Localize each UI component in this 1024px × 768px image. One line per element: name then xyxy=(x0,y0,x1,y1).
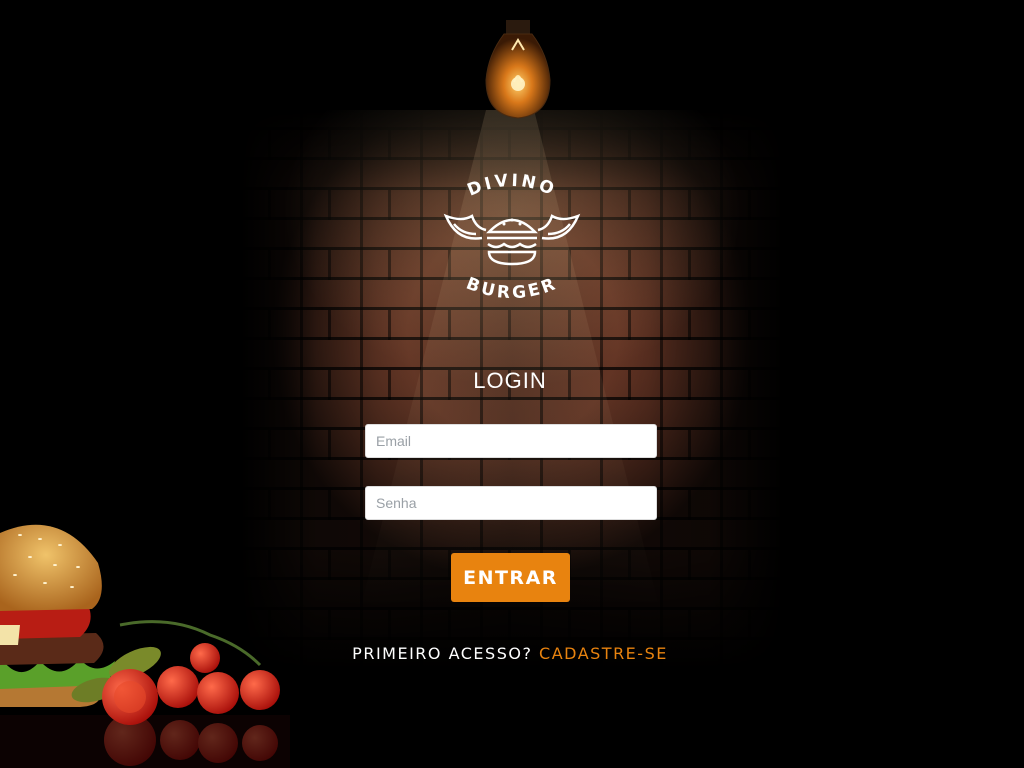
svg-text:BURGER: BURGER xyxy=(463,274,560,304)
signup-prompt-text: PRIMEIRO ACESSO? xyxy=(352,644,533,663)
svg-text:DIVINO: DIVINO xyxy=(465,171,560,201)
signup-link[interactable]: CADASTRE-SE xyxy=(539,644,668,663)
email-input[interactable] xyxy=(365,424,657,458)
light-bulb-icon xyxy=(485,20,551,119)
login-button[interactable]: ENTRAR xyxy=(451,553,570,602)
password-input[interactable] xyxy=(365,486,657,520)
divino-burger-logo: DIVINO BURGER xyxy=(443,171,581,304)
login-title: LOGIN xyxy=(473,368,547,393)
signup-prompt: PRIMEIRO ACESSO? CADASTRE-SE xyxy=(300,644,720,663)
burger-tomatoes-image xyxy=(0,524,290,768)
